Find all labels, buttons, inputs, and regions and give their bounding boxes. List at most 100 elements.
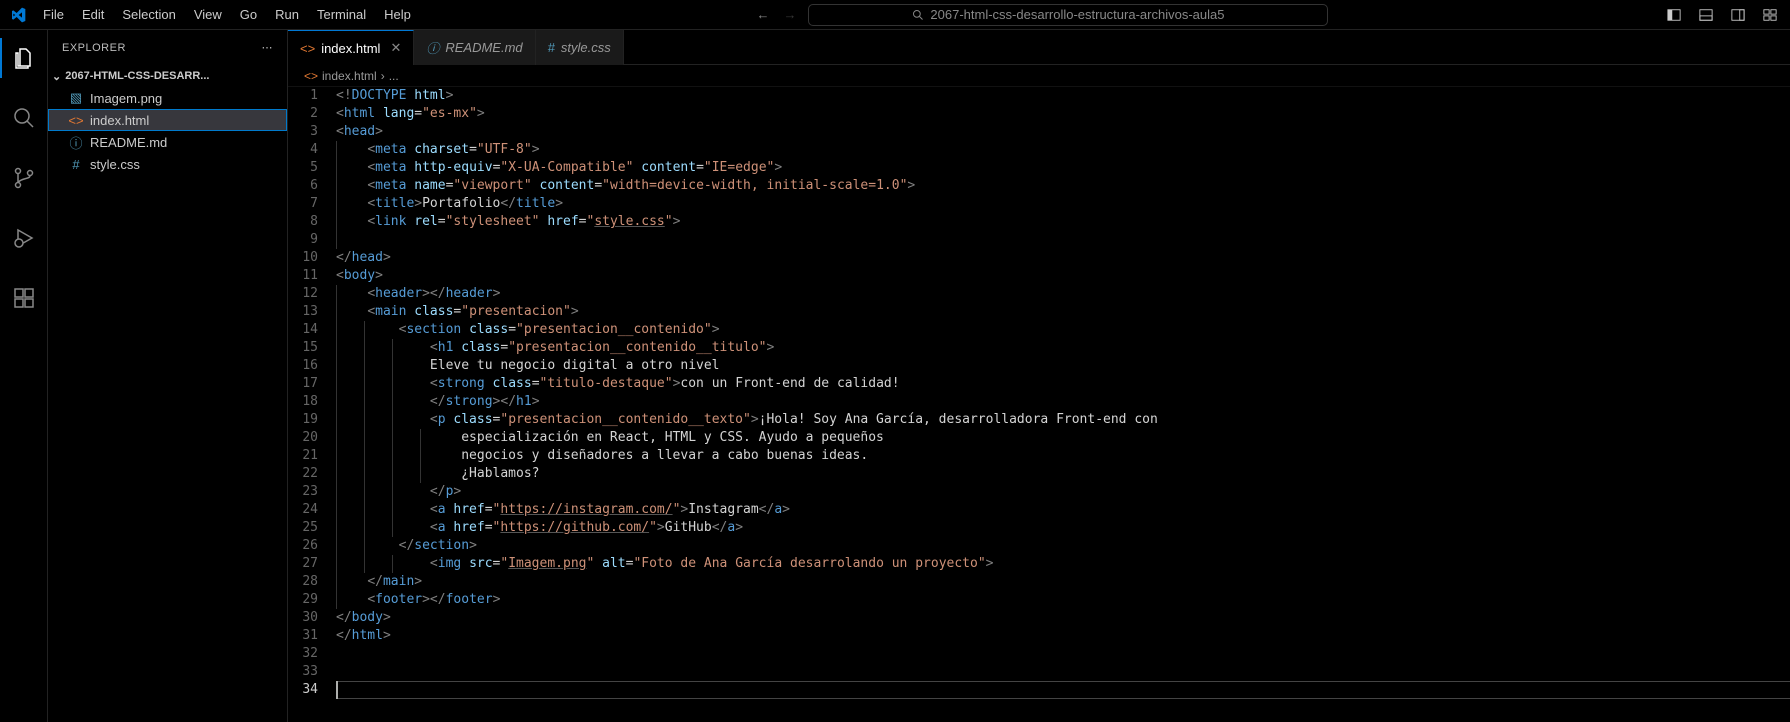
code-line[interactable]: <footer></footer> — [336, 591, 1790, 609]
line-number: 9 — [288, 231, 318, 249]
code-line[interactable]: <section class="presentacion__contenido"… — [336, 321, 1790, 339]
breadcrumb-dots: ... — [389, 69, 399, 83]
file-item-image[interactable]: ▧ Imagem.png — [48, 87, 287, 109]
activity-search[interactable] — [0, 98, 48, 138]
line-number: 18 — [288, 393, 318, 411]
code-line[interactable]: </main> — [336, 573, 1790, 591]
menu-selection[interactable]: Selection — [114, 3, 183, 26]
menu-file[interactable]: File — [35, 3, 72, 26]
code-line[interactable]: <meta charset="UTF-8"> — [336, 141, 1790, 159]
line-number: 17 — [288, 375, 318, 393]
code-line[interactable]: ¿Hablamos? — [336, 465, 1790, 483]
code-line[interactable]: <img src="Imagem.png" alt="Foto de Ana G… — [336, 555, 1790, 573]
close-icon[interactable]: ✕ — [390, 40, 401, 56]
menu-terminal[interactable]: Terminal — [309, 3, 374, 26]
info-icon: ⓘ — [68, 133, 84, 152]
layout-custom-icon[interactable] — [1762, 7, 1778, 23]
title-right-icons — [1654, 7, 1790, 23]
code-line[interactable]: <meta name="viewport" content="width=dev… — [336, 177, 1790, 195]
line-number: 2 — [288, 105, 318, 123]
more-icon[interactable]: ⋯ — [262, 41, 274, 54]
breadcrumb[interactable]: <> index.html › ... — [288, 65, 1790, 87]
code-line[interactable]: <head> — [336, 123, 1790, 141]
file-list: ▧ Imagem.png <> index.html ⓘ README.md #… — [48, 87, 287, 175]
image-icon: ▧ — [68, 90, 84, 106]
code-line[interactable]: negocios y diseñadores a llevar a cabo b… — [336, 447, 1790, 465]
css-icon: # — [548, 40, 555, 55]
layout-sidebar-right-icon[interactable] — [1730, 7, 1746, 23]
file-name: index.html — [90, 113, 149, 128]
activity-explorer[interactable] — [0, 38, 48, 78]
code-line[interactable]: </html> — [336, 627, 1790, 645]
code-line[interactable]: <header></header> — [336, 285, 1790, 303]
menu-go[interactable]: Go — [232, 3, 265, 26]
editor-area: <> index.html ✕ ⓘ README.md # style.css … — [288, 30, 1790, 722]
vscode-logo-icon — [0, 7, 35, 23]
code-line[interactable]: <a href="https://instagram.com/">Instagr… — [336, 501, 1790, 519]
file-name: Imagem.png — [90, 91, 162, 106]
tab-readme[interactable]: ⓘ README.md — [414, 30, 535, 65]
menu-help[interactable]: Help — [376, 3, 419, 26]
activity-source-control[interactable] — [0, 158, 48, 198]
line-number: 8 — [288, 213, 318, 231]
line-number: 26 — [288, 537, 318, 555]
sidebar: EXPLORER ⋯ ⌄ 2067-HTML-CSS-DESARR... ▧ I… — [48, 30, 288, 722]
activity-extensions[interactable] — [0, 278, 48, 318]
line-number: 4 — [288, 141, 318, 159]
code-line[interactable] — [336, 231, 1790, 249]
code-content[interactable]: <!DOCTYPE html><html lang="es-mx"><head>… — [336, 87, 1790, 722]
html-icon: <> — [304, 69, 318, 83]
code-line[interactable]: <a href="https://github.com/">GitHub</a> — [336, 519, 1790, 537]
code-line[interactable] — [336, 645, 1790, 663]
code-line[interactable]: </body> — [336, 609, 1790, 627]
line-number: 25 — [288, 519, 318, 537]
info-icon: ⓘ — [426, 38, 439, 57]
code-line[interactable]: <link rel="stylesheet" href="style.css"> — [336, 213, 1790, 231]
code-line[interactable]: </head> — [336, 249, 1790, 267]
file-item-style[interactable]: # style.css — [48, 153, 287, 175]
code-line[interactable]: especialización en React, HTML y CSS. Ay… — [336, 429, 1790, 447]
activity-run-debug[interactable] — [0, 218, 48, 258]
search-icon — [912, 9, 924, 21]
line-number: 5 — [288, 159, 318, 177]
code-line[interactable]: <title>Portafolio</title> — [336, 195, 1790, 213]
css-icon: # — [68, 157, 84, 172]
command-center[interactable]: 2067-html-css-desarrollo-estructura-arch… — [808, 4, 1328, 26]
line-number: 16 — [288, 357, 318, 375]
layout-panel-icon[interactable] — [1698, 7, 1714, 23]
line-number: 23 — [288, 483, 318, 501]
code-line[interactable] — [336, 681, 1790, 699]
html-icon: <> — [300, 41, 315, 56]
nav-forward-icon[interactable]: → — [783, 7, 796, 22]
breadcrumb-sep: › — [381, 69, 385, 83]
line-number: 19 — [288, 411, 318, 429]
code-line[interactable]: <p class="presentacion__contenido__texto… — [336, 411, 1790, 429]
tab-style[interactable]: # style.css — [536, 30, 624, 65]
code-line[interactable]: </section> — [336, 537, 1790, 555]
code-line[interactable]: <h1 class="presentacion__contenido__titu… — [336, 339, 1790, 357]
code-line[interactable] — [336, 663, 1790, 681]
code-line[interactable]: <meta http-equiv="X-UA-Compatible" conte… — [336, 159, 1790, 177]
line-number: 22 — [288, 465, 318, 483]
file-item-index[interactable]: <> index.html — [48, 109, 287, 131]
code-line[interactable]: <html lang="es-mx"> — [336, 105, 1790, 123]
code-line[interactable]: <body> — [336, 267, 1790, 285]
file-item-readme[interactable]: ⓘ README.md — [48, 131, 287, 153]
menu-view[interactable]: View — [186, 3, 230, 26]
layout-sidebar-left-icon[interactable] — [1666, 7, 1682, 23]
tab-index[interactable]: <> index.html ✕ — [288, 30, 414, 65]
line-number: 21 — [288, 447, 318, 465]
folder-header[interactable]: ⌄ 2067-HTML-CSS-DESARR... — [48, 65, 287, 87]
code-line[interactable]: Eleve tu negocio digital a otro nivel — [336, 357, 1790, 375]
code-line[interactable]: <strong class="titulo-destaque">con un F… — [336, 375, 1790, 393]
code-area[interactable]: 1234567891011121314151617181920212223242… — [288, 87, 1790, 722]
code-line[interactable]: </p> — [336, 483, 1790, 501]
code-line[interactable]: <main class="presentacion"> — [336, 303, 1790, 321]
nav-back-icon[interactable]: ← — [756, 7, 769, 22]
line-number: 34 — [288, 681, 318, 699]
extensions-icon — [12, 286, 36, 310]
menu-run[interactable]: Run — [267, 3, 307, 26]
code-line[interactable]: </strong></h1> — [336, 393, 1790, 411]
code-line[interactable]: <!DOCTYPE html> — [336, 87, 1790, 105]
menu-edit[interactable]: Edit — [74, 3, 112, 26]
